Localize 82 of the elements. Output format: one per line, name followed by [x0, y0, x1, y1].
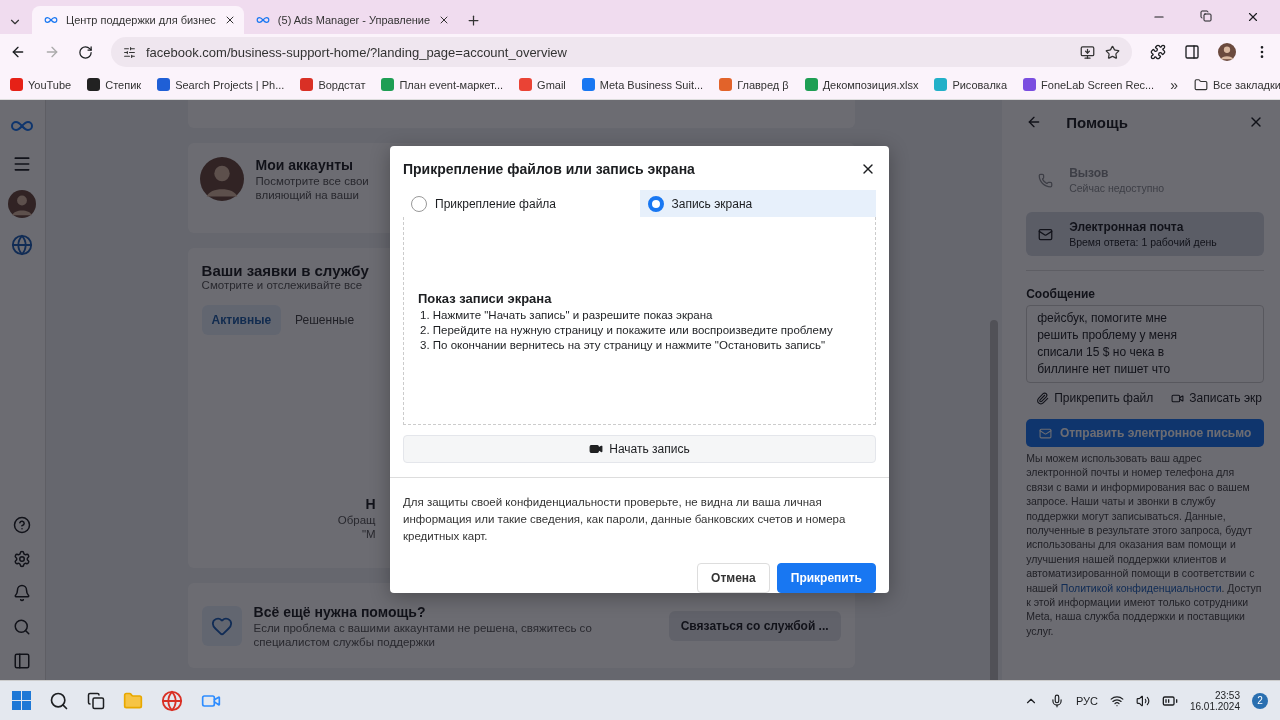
notification-badge[interactable]: 2 [1252, 692, 1268, 709]
bookmark[interactable]: Главред β [719, 78, 789, 91]
empty-title: Н [365, 496, 376, 512]
attach-button[interactable]: Прикрепить [776, 563, 876, 593]
phone-icon [1038, 172, 1054, 188]
language-indicator[interactable]: РУС [1075, 694, 1098, 707]
empty-text: "М [361, 528, 376, 540]
browser-tab[interactable]: (5) Ads Manager - Управление [243, 6, 459, 34]
dialog-title: Прикрепление файлов или запись экрана [403, 161, 695, 177]
bookmark[interactable]: Степик [87, 78, 142, 91]
bookmark[interactable]: Meta Business Suit... [581, 78, 704, 91]
scrollbar[interactable] [990, 320, 999, 680]
empty-text: Обращ [337, 514, 376, 526]
avatar [8, 190, 37, 218]
bookmark[interactable]: Gmail [519, 78, 566, 91]
avatar [1218, 43, 1236, 61]
instruction-step: 1. Нажмите "Начать запись" и разрешите показ экрана [418, 308, 861, 321]
option-subtitle: Время ответа: 1 рабочий день [1069, 236, 1217, 248]
instructions-title: Показ записи экрана [418, 290, 553, 306]
radio-icon [411, 195, 427, 212]
new-tab-icon[interactable] [466, 13, 482, 28]
bell-icon[interactable] [13, 584, 32, 602]
reload-icon[interactable] [78, 44, 93, 60]
task-view-icon[interactable] [87, 691, 105, 710]
instruction-step: 3. По окончании вернитесь на эту страницу и нажмите "Остановить запись" [418, 338, 861, 351]
card-text: влияющий на ваши [255, 189, 360, 201]
card-text: Посмотрите все свои [255, 175, 369, 187]
clock-time: 23:53 [1214, 689, 1240, 701]
address-bar[interactable]: facebook.com/business-support-home/?landing_page=account_overview [111, 37, 1132, 67]
card-title: Всё ещё нужна помощь? [253, 603, 427, 620]
mode-option[interactable]: Запись экрана [639, 190, 876, 217]
cancel-button[interactable]: Отмена [697, 563, 770, 593]
settings-icon[interactable] [13, 550, 32, 568]
field-label: Сообщение [1026, 287, 1096, 301]
mic-icon[interactable] [1049, 693, 1064, 708]
bookmark-star-icon[interactable] [1105, 44, 1120, 60]
card-text: Если проблема с вашими аккаунтами не решена, свяжитесь со [253, 621, 593, 634]
wifi-icon[interactable] [1109, 693, 1124, 708]
bookmark[interactable]: Декомпозиция.xlsx [804, 78, 919, 91]
avatar [199, 157, 244, 201]
close-icon[interactable] [1246, 10, 1260, 24]
restore-icon[interactable] [1200, 10, 1212, 22]
help-icon[interactable] [13, 516, 32, 534]
bookmark[interactable]: FoneLab Screen Rec... [1023, 78, 1155, 91]
globe-icon[interactable] [11, 234, 34, 256]
mail-icon [1038, 426, 1052, 440]
video-camera-icon [589, 442, 604, 456]
clock-date: 16.01.2024 [1189, 700, 1240, 712]
section-title: Ваши заявки в службу [201, 262, 370, 279]
panel-icon[interactable] [13, 652, 32, 670]
back-icon[interactable] [10, 44, 26, 60]
paperclip-icon [1036, 391, 1050, 405]
bookmark[interactable]: План event-маркет... [381, 78, 504, 91]
section-subtitle: Смотрите и отслеживайте все [201, 279, 364, 291]
folder-icon [1193, 77, 1208, 92]
attach-file-link[interactable]: Прикрепить файл [1036, 391, 1154, 405]
bookmark[interactable]: Вордстат [300, 78, 366, 91]
install-icon[interactable] [1080, 44, 1095, 60]
more-bookmarks[interactable]: » [1170, 76, 1178, 93]
privacy-note: Для защиты своей конфиденциальности проверьте, не видна ли ваша личная информация или такие сведения, как пароли, данные банковских счетов и номера кредитных карт. [403, 495, 847, 544]
all-bookmarks[interactable]: Все закладки [1193, 77, 1280, 92]
panel-title: Помощь [1066, 113, 1129, 131]
mail-icon [1038, 226, 1054, 242]
card-text: специалистом службы поддержки [253, 635, 436, 648]
record-screen-link[interactable]: Записать экр [1171, 391, 1262, 405]
option-title: Электронная почта [1069, 220, 1185, 234]
disclaimer-text: Мы можем использовать ваш адрес электронной почты и номер телефона для связи с вами и информирования вас о вашем запросе. Наши чаты и звонки в службу поддержки могут записываться. Данные, полученные в результате этого запроса, будут использованы для оказания вам помощи и улучшения нашей поддержки клиентов и автоматизированной помощи в соответствии с нашей Политикой конфиденциальности. Доступ к этой информации имеют только сотрудники Meta, наша служба поддержки и поставщики услуг. [1026, 451, 1263, 639]
volume-icon[interactable] [1135, 693, 1150, 708]
bookmark[interactable]: Рисовалка [934, 78, 1008, 91]
message-field[interactable]: фейсбук, помогите мне решить проблему у меня списали 15 $ но чека в биллинге нет пишет что [1026, 305, 1264, 383]
radio-icon [647, 195, 664, 212]
bookmark[interactable]: Search Projects | Ph... [157, 78, 285, 91]
search-icon[interactable] [49, 690, 69, 711]
start-recording-button[interactable]: Начать запись [403, 435, 876, 463]
side-panel-icon[interactable] [1184, 44, 1200, 60]
bookmark[interactable]: YouTube [10, 78, 72, 91]
browser-tab[interactable]: Центр поддержки для бизнес [32, 6, 244, 34]
instruction-step: 2. Перейдите на нужную страницу и покажите или воспроизведите проблему [418, 323, 861, 336]
site-info-icon[interactable] [123, 45, 136, 59]
start-icon[interactable] [12, 691, 31, 710]
card-title: Мои аккаунты [255, 157, 354, 173]
extensions-icon[interactable] [1150, 44, 1166, 60]
